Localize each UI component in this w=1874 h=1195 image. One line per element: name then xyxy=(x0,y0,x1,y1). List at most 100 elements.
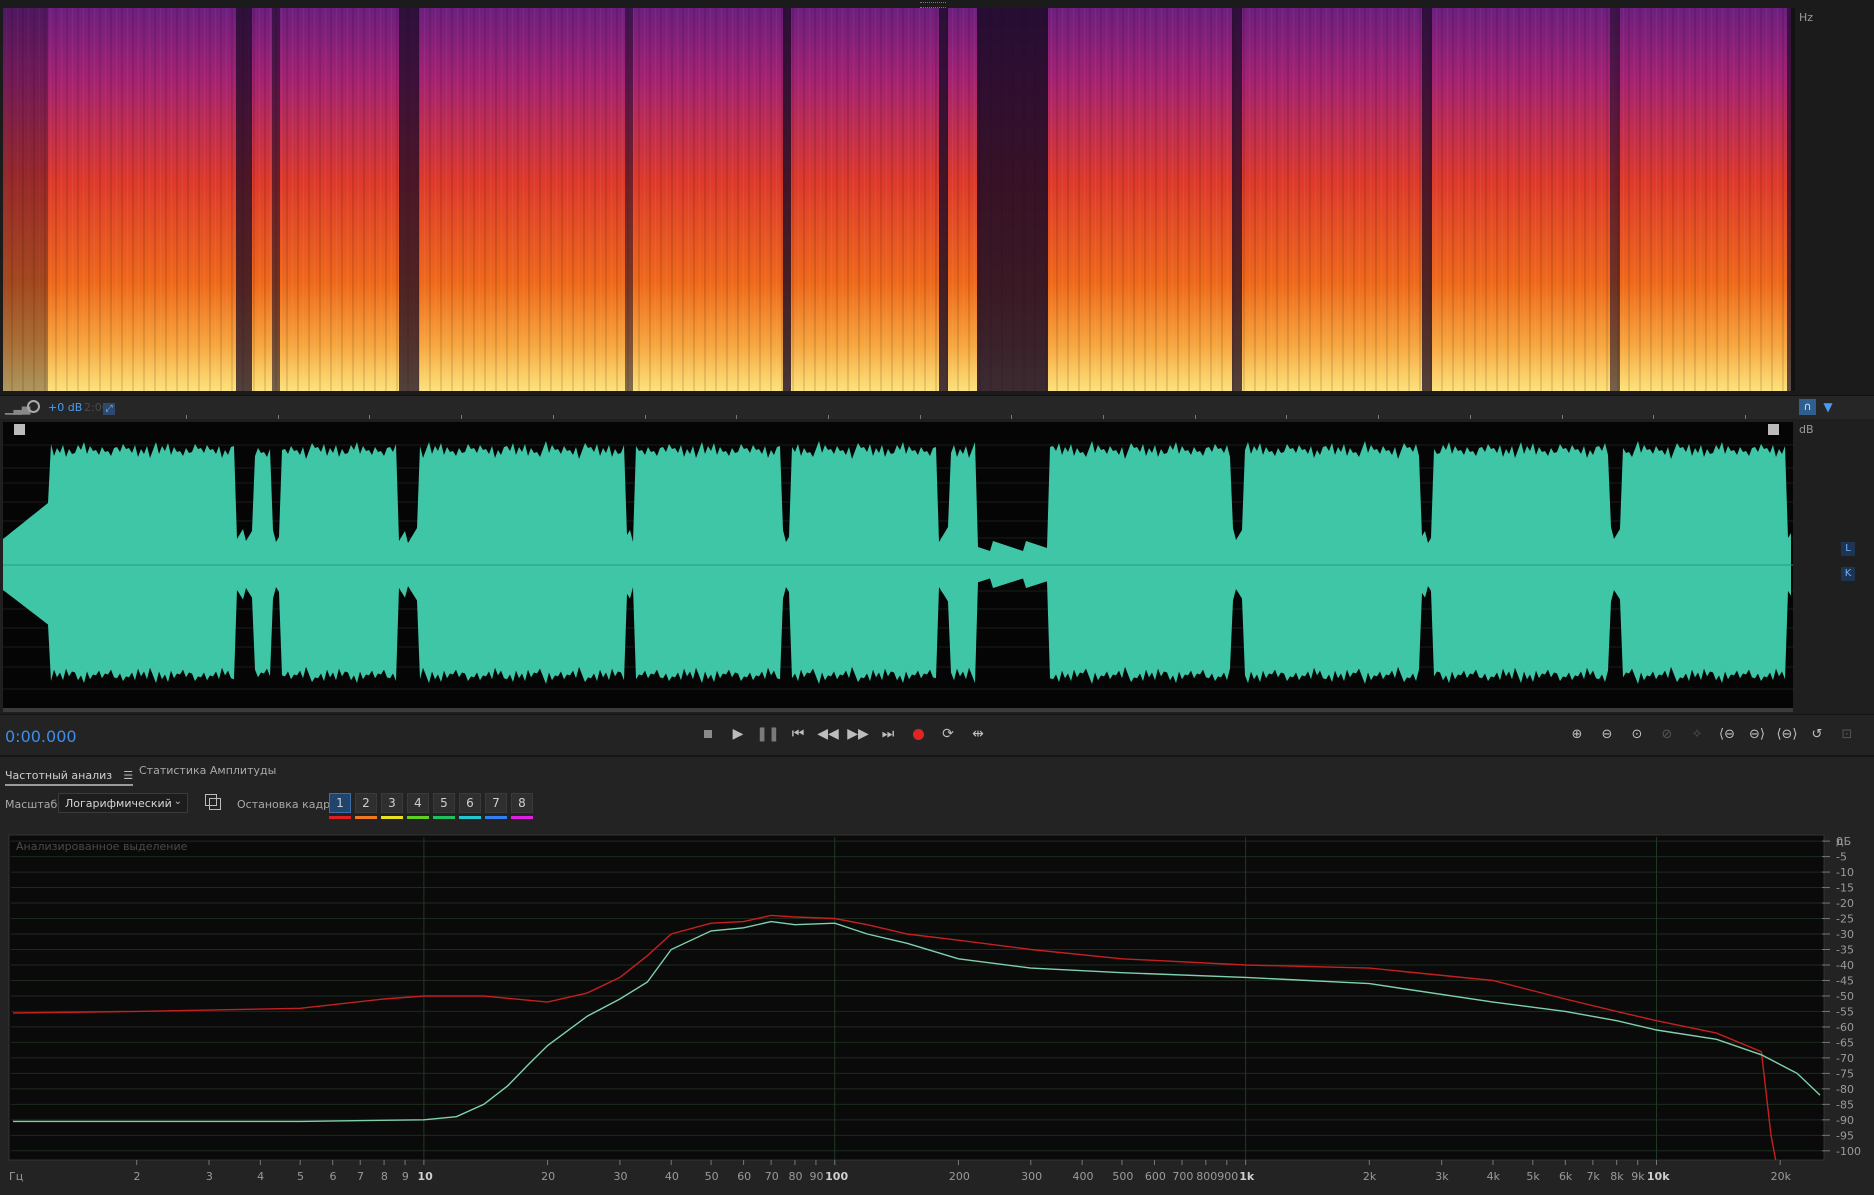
frequency-y-tick-label: -20 xyxy=(1836,897,1854,910)
panel-menu-icon[interactable]: ☰ xyxy=(123,769,133,782)
rewind-button[interactable]: ◀◀ xyxy=(817,723,839,745)
freeze-frame-slot-1[interactable]: 1 xyxy=(329,793,351,813)
freeze-frame-color-2 xyxy=(355,816,377,819)
go-to-end-button[interactable]: ⏭ xyxy=(877,723,899,745)
frequency-x-tick-label: 3 xyxy=(206,1170,213,1183)
spectrogram-panel[interactable]: Hz xyxy=(0,0,1874,395)
frequency-x-tick-label: 2k xyxy=(1363,1170,1377,1183)
loop-button[interactable]: ⟳ xyxy=(937,723,959,745)
frequency-x-tick-label: 5k xyxy=(1526,1170,1540,1183)
zoom-to-selection-button[interactable]: ⟨⊖⟩ xyxy=(1775,723,1799,745)
frequency-x-tick-label: 9 xyxy=(402,1170,409,1183)
freeze-frame-slot-6[interactable]: 6 xyxy=(459,793,481,813)
pause-icon: ❚❚ xyxy=(756,726,780,742)
top-drag-handle[interactable] xyxy=(920,2,946,8)
spectrogram-gap xyxy=(236,8,252,391)
skip-selection-button[interactable]: ⇹ xyxy=(967,723,989,745)
gain-knob-icon[interactable] xyxy=(27,400,40,413)
play-button[interactable]: ▶ xyxy=(727,723,749,745)
frequency-x-tick-label: 900 xyxy=(1217,1170,1238,1183)
stop-button[interactable] xyxy=(697,723,719,745)
frequency-x-tick-label: 600 xyxy=(1145,1170,1166,1183)
channel-left-toggle[interactable]: L xyxy=(1841,542,1855,556)
frequency-x-tick-label: 100 xyxy=(825,1170,848,1183)
frequency-x-tick-label: 9k xyxy=(1631,1170,1645,1183)
marker-pin-icon[interactable]: ▼ xyxy=(1822,399,1834,415)
record-button[interactable] xyxy=(907,723,929,745)
frequency-y-tick-label: -30 xyxy=(1836,928,1854,941)
freeze-frame-slot-5[interactable]: 5 xyxy=(433,793,455,813)
frequency-x-tick-label: 7k xyxy=(1586,1170,1600,1183)
frequency-x-tick-label: 200 xyxy=(949,1170,970,1183)
frequency-graph[interactable]: 0 -5 -10 -15 -20 -25 -30 -35 -40 -45 -50 -55 -60 -65-… xyxy=(0,833,1874,1193)
freeze-frame-label: Остановка кадра: xyxy=(237,798,341,811)
frequency-x-tick-label: 50 xyxy=(705,1170,719,1183)
tab-frequency-analysis[interactable]: Частотный анализ ☰ xyxy=(5,764,134,786)
go-to-start-button[interactable]: ⏮ xyxy=(787,723,809,745)
skip-forward-icon: ⏭ xyxy=(881,726,895,742)
pause-button[interactable]: ❚❚ xyxy=(756,723,780,745)
frequency-x-tick-label: 400 xyxy=(1073,1170,1094,1183)
waveform-panel[interactable]: dB L K xyxy=(0,419,1874,714)
zoom-full-button[interactable]: ⊙ xyxy=(1625,723,1649,745)
frequency-x-tick-label: 70 xyxy=(765,1170,779,1183)
waveform-db-unit: dB xyxy=(1799,423,1814,436)
frequency-x-tick-label: 5 xyxy=(297,1170,304,1183)
freeze-frame-slot-4[interactable]: 4 xyxy=(407,793,429,813)
zoom-range-icon: ⟨⊖⟩ xyxy=(1776,726,1798,742)
frequency-x-tick-label: 80 xyxy=(789,1170,803,1183)
zoom-reset-button[interactable]: ⊡ xyxy=(1835,723,1859,745)
spectrogram-gap xyxy=(1422,8,1432,391)
zoom-out-full-icon: ✧ xyxy=(1691,726,1703,742)
headphones-icon[interactable]: ∩ xyxy=(1799,399,1816,415)
zoom-out-amplitude-button[interactable]: ⊖ xyxy=(1595,723,1619,745)
timeline-ruler[interactable]: ▁▃▅ +0 dB 2:00 ⤢ ∩ ▼ xyxy=(0,395,1874,420)
horizontal-scrollbar[interactable] xyxy=(3,708,1793,712)
zoom-in-left-button[interactable]: ⟨⊖ xyxy=(1715,723,1739,745)
channel-right-toggle[interactable]: K xyxy=(1841,567,1855,581)
skip-back-icon: ⏮ xyxy=(791,726,805,742)
zoom-in-amplitude-button[interactable]: ⊕ xyxy=(1565,723,1589,745)
fast-forward-icon: ▶▶ xyxy=(847,726,869,742)
frequency-x-tick-label: 8 xyxy=(381,1170,388,1183)
frequency-x-tick-label: 4 xyxy=(257,1170,264,1183)
freeze-frame-slot-3[interactable]: 3 xyxy=(381,793,403,813)
scale-select-value: Логарифмический xyxy=(65,797,172,810)
frequency-y-tick-label: -65 xyxy=(1836,1036,1854,1049)
rewind-icon: ◀◀ xyxy=(817,726,839,742)
zoom-history-button[interactable]: ↺ xyxy=(1805,723,1829,745)
spectrogram-gap xyxy=(399,8,419,391)
frequency-x-tick-label: 20k xyxy=(1771,1170,1792,1183)
copy-icon-back xyxy=(209,798,221,810)
spectrogram-hz-unit: Hz xyxy=(1799,11,1814,24)
zoom-out-full-button[interactable]: ✧ xyxy=(1685,723,1709,745)
frequency-x-tick-label: 500 xyxy=(1112,1170,1133,1183)
play-icon: ▶ xyxy=(732,726,744,742)
fast-forward-button[interactable]: ▶▶ xyxy=(847,723,869,745)
frequency-x-tick-label: 2 xyxy=(133,1170,140,1183)
gain-value[interactable]: +0 dB xyxy=(48,401,82,414)
fade-in-handle-icon[interactable] xyxy=(14,424,25,435)
fade-out-handle-icon[interactable] xyxy=(1768,424,1779,435)
freeze-frame-slot-8[interactable]: 8 xyxy=(511,793,533,813)
zoom-in-right-button[interactable]: ⊖⟩ xyxy=(1745,723,1769,745)
tab-amplitude-statistics[interactable]: Статистика Амплитуды xyxy=(139,764,276,777)
frequency-y-tick-label: -100 xyxy=(1836,1145,1861,1158)
current-time-display[interactable]: 0:00.000 xyxy=(5,727,77,746)
frequency-x-tick-label: 7 xyxy=(357,1170,364,1183)
frequency-x-tick-label: 20 xyxy=(541,1170,555,1183)
frequency-x-tick-label: 700 xyxy=(1172,1170,1193,1183)
frequency-y-tick-label: -90 xyxy=(1836,1114,1854,1127)
pin-icon[interactable]: ⤢ xyxy=(103,403,115,415)
copy-to-clipboard-button[interactable] xyxy=(205,794,221,810)
scale-select[interactable]: Логарифмический ⌄ xyxy=(58,793,188,813)
zoom-out-icon: ⊖ xyxy=(1601,726,1613,742)
frequency-x-tick-label: 3k xyxy=(1435,1170,1449,1183)
frequency-y-tick-label: -5 xyxy=(1836,851,1847,864)
freeze-frame-slot-7[interactable]: 7 xyxy=(485,793,507,813)
freeze-frame-slot-2[interactable]: 2 xyxy=(355,793,377,813)
frequency-y-tick-label: -15 xyxy=(1836,882,1854,895)
zoom-reset-icon: ⊡ xyxy=(1841,726,1853,742)
frequency-y-tick-label: -60 xyxy=(1836,1021,1854,1034)
zoom-selection-button[interactable]: ⊘ xyxy=(1655,723,1679,745)
